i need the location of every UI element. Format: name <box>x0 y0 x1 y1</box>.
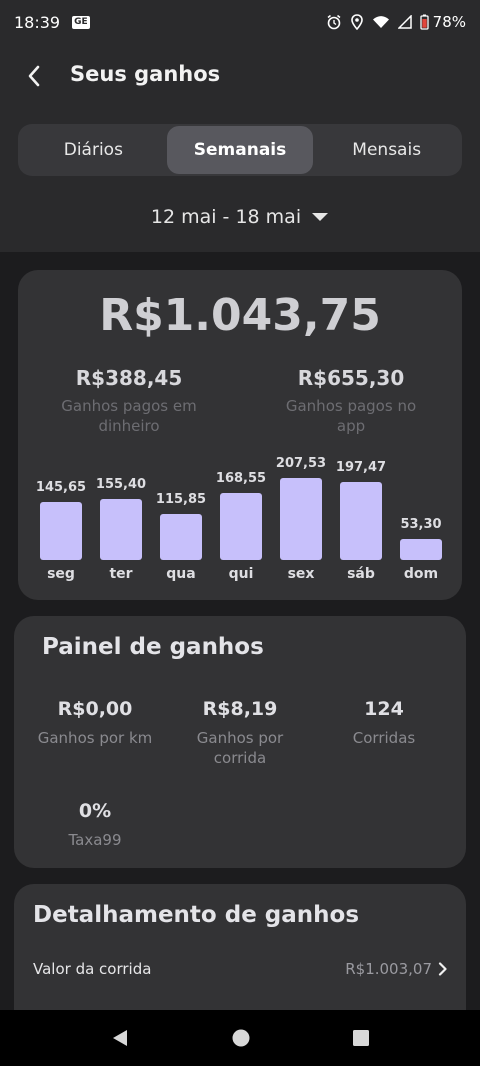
bar-day-label: sex <box>287 566 315 582</box>
bar <box>220 493 262 560</box>
status-bar: 18:39 GE 78% <box>0 0 480 44</box>
bar <box>280 478 322 560</box>
sim-icon: GE <box>72 15 90 29</box>
earnings-summary-card: R$1.043,75 R$388,45 Ganhos pagos em dinh… <box>18 270 462 600</box>
metric-fee: 0% Taxa99 <box>20 800 170 850</box>
metric-value: R$0,00 <box>57 698 133 720</box>
bar-value-label: 145,65 <box>35 480 87 495</box>
system-nav-bar <box>0 1010 480 1066</box>
bar-value-label: 53,30 <box>400 517 442 532</box>
daily-earnings-chart: 145,65 seg 155,40 ter 115,85 qua 168,55 qui 207,… <box>18 450 462 590</box>
metric-rides: 124 Corridas <box>309 698 459 748</box>
bar-value-label: 168,55 <box>215 471 267 486</box>
signal-icon <box>397 15 412 29</box>
caret-down-icon <box>312 213 329 221</box>
bar-column-dom: 53,30 dom <box>400 450 442 590</box>
status-time: 18:39 <box>14 12 61 32</box>
app-earnings: R$655,30 Ganhos pagos no app <box>240 366 462 436</box>
metric-label: Ganhos por corrida <box>196 729 284 767</box>
bar-day-label: sáb <box>347 566 375 582</box>
back-button[interactable] <box>22 64 46 88</box>
metric-value: 124 <box>364 698 404 720</box>
tab-daily[interactable]: Diários <box>20 126 167 174</box>
nav-back-icon[interactable] <box>110 1028 130 1048</box>
metric-value: 0% <box>78 800 112 822</box>
bar <box>100 499 142 560</box>
bar-column-sáb: 197,47 sáb <box>336 450 386 590</box>
detail-title: Detalhamento de ganhos <box>33 902 360 928</box>
metric-label: Corridas <box>352 729 416 747</box>
nav-home-icon[interactable] <box>231 1028 251 1048</box>
metric-label: Ganhos por km <box>37 729 153 747</box>
chevron-left-icon <box>28 65 40 87</box>
bar-column-qui: 168,55 qui <box>216 450 266 590</box>
detail-row-label: Valor da corrida <box>33 960 152 978</box>
bar-column-ter: 155,40 ter <box>96 450 146 590</box>
nav-recents-icon[interactable] <box>352 1029 370 1047</box>
bar <box>160 514 202 560</box>
cash-earnings-label: Ganhos pagos em dinheiro <box>61 397 197 435</box>
total-earnings: R$1.043,75 <box>99 290 381 341</box>
cash-earnings: R$388,45 Ganhos pagos em dinheiro <box>18 366 240 436</box>
bar-value-label: 115,85 <box>155 492 207 507</box>
chevron-right-icon <box>438 962 447 976</box>
date-range-selector[interactable]: 12 mai - 18 mai <box>0 206 480 228</box>
wifi-icon <box>372 16 389 28</box>
location-icon <box>350 14 363 30</box>
bar-column-sex: 207,53 sex <box>276 450 326 590</box>
bar-day-label: qui <box>228 566 254 582</box>
battery-percent: 78% <box>432 13 466 31</box>
earnings-panel-card: Painel de ganhos R$0,00 Ganhos por km R$… <box>14 616 466 868</box>
battery-icon <box>420 14 429 30</box>
page-title: Seus ganhos <box>70 62 221 86</box>
bar-column-qua: 115,85 qua <box>156 450 206 590</box>
tab-monthly[interactable]: Mensais <box>313 126 460 174</box>
detail-row-value: R$1.003,07 <box>345 960 432 978</box>
panel-title: Painel de ganhos <box>42 634 264 660</box>
app-earnings-label: Ganhos pagos no app <box>285 397 417 435</box>
bar-column-seg: 145,65 seg <box>36 450 86 590</box>
bar-day-label: qua <box>166 566 196 582</box>
tab-weekly[interactable]: Semanais <box>166 126 314 174</box>
bar-value-label: 155,40 <box>95 477 147 492</box>
metric-value: R$8,19 <box>202 698 278 720</box>
bar <box>40 502 82 560</box>
cash-earnings-value: R$388,45 <box>75 366 183 390</box>
bar-value-label: 197,47 <box>335 460 387 475</box>
period-tabs: Diários Semanais Mensais <box>18 124 462 176</box>
metric-earnings-per-km: R$0,00 Ganhos por km <box>20 698 170 748</box>
bar-day-label: dom <box>403 566 439 582</box>
detail-row-value-wrap: R$1.003,07 <box>345 960 447 978</box>
bar-value-label: 207,53 <box>275 456 327 471</box>
app-earnings-value: R$655,30 <box>297 366 405 390</box>
metric-earnings-per-ride: R$8,19 Ganhos por corrida <box>165 698 315 768</box>
metric-label: Taxa99 <box>68 831 122 849</box>
detail-row-ride-value[interactable]: Valor da corrida R$1.003,07 <box>33 960 447 978</box>
bar-day-label: ter <box>109 566 133 582</box>
alarm-icon <box>327 14 341 30</box>
bar-day-label: seg <box>47 566 75 582</box>
date-range-label: 12 mai - 18 mai <box>150 206 302 228</box>
bar <box>340 482 382 560</box>
header: Seus ganhos Diários Semanais Mensais 12 … <box>0 44 480 252</box>
bar <box>400 539 442 560</box>
